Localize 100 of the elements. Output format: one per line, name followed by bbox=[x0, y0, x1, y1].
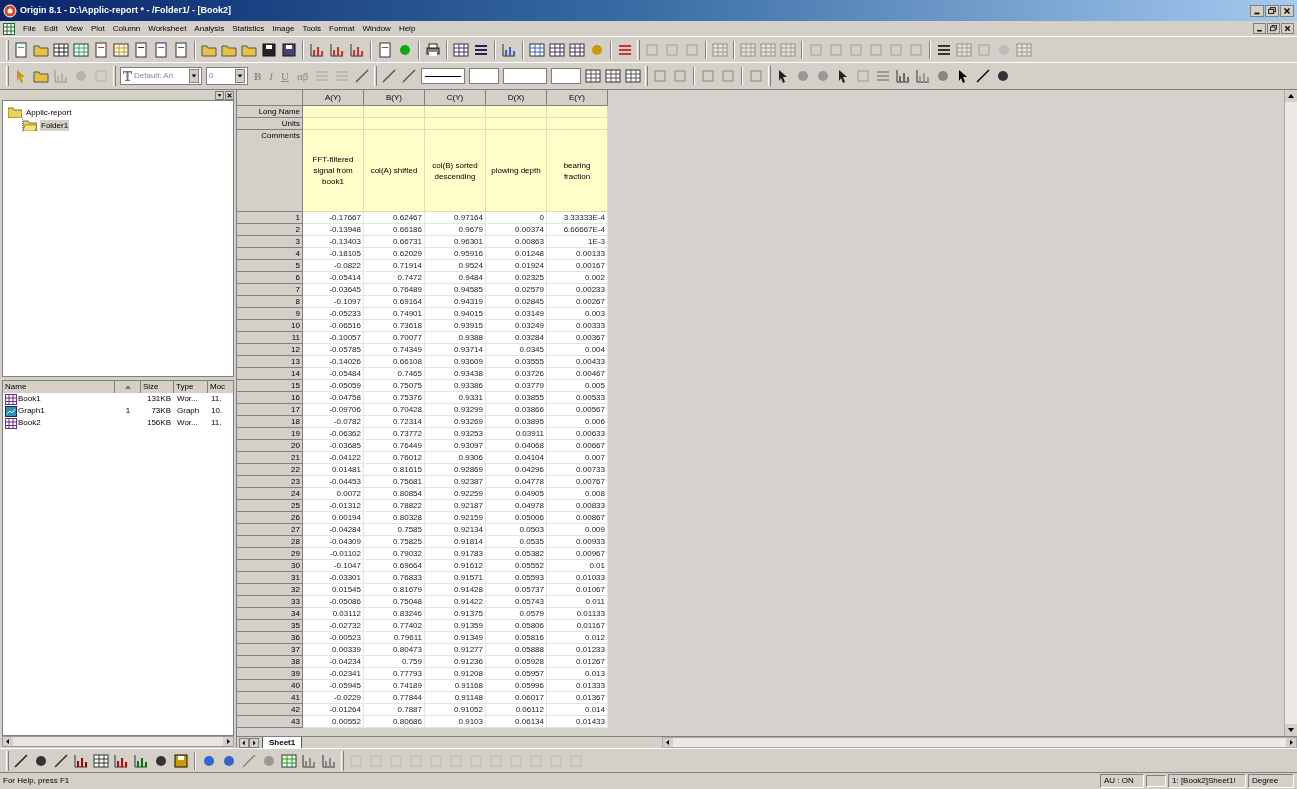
document-icon[interactable] bbox=[93, 41, 109, 58]
row-number[interactable]: 3 bbox=[237, 236, 303, 248]
row-number[interactable]: 32 bbox=[237, 584, 303, 596]
restore-icon[interactable] bbox=[1267, 23, 1280, 34]
row-number[interactable]: 21 bbox=[237, 452, 303, 464]
close-icon[interactable] bbox=[1280, 4, 1294, 17]
table-icon[interactable] bbox=[53, 41, 69, 58]
row-number[interactable]: 17 bbox=[237, 404, 303, 416]
scroll-right-icon[interactable] bbox=[1286, 738, 1296, 747]
table-icon[interactable] bbox=[625, 68, 642, 84]
dropdown-icon[interactable] bbox=[235, 69, 245, 83]
table-icon[interactable] bbox=[453, 41, 469, 58]
row-number[interactable]: 33 bbox=[237, 596, 303, 608]
row-number[interactable]: 22 bbox=[237, 464, 303, 476]
column-header[interactable]: Type bbox=[174, 381, 208, 393]
table-icon[interactable] bbox=[585, 68, 602, 84]
chart-icon[interactable] bbox=[329, 41, 345, 58]
folder-icon[interactable] bbox=[33, 68, 49, 84]
chart-icon[interactable] bbox=[73, 752, 89, 769]
scroll-left-icon[interactable] bbox=[663, 738, 674, 747]
row-number[interactable]: 18 bbox=[237, 416, 303, 428]
row-number[interactable]: 24 bbox=[237, 488, 303, 500]
table-icon[interactable] bbox=[113, 41, 129, 58]
line-icon[interactable] bbox=[13, 752, 29, 769]
row-number[interactable]: 36 bbox=[237, 632, 303, 644]
row-number[interactable]: 10 bbox=[237, 320, 303, 332]
row-number[interactable]: 29 bbox=[237, 548, 303, 560]
close-icon[interactable] bbox=[225, 90, 234, 100]
border-style-field[interactable] bbox=[503, 68, 548, 84]
font-field[interactable]: Default: Ari bbox=[120, 67, 202, 85]
vertical-scrollbar[interactable] bbox=[1284, 90, 1297, 736]
row-number[interactable]: 30 bbox=[237, 560, 303, 572]
file-name[interactable]: Graph1 bbox=[18, 405, 45, 417]
column-header[interactable]: E(Y) bbox=[547, 90, 608, 106]
menu-item[interactable]: Format bbox=[325, 22, 359, 35]
column-header[interactable]: B(Y) bbox=[364, 90, 425, 106]
row-number[interactable]: 37 bbox=[237, 644, 303, 656]
table-icon[interactable] bbox=[93, 752, 109, 769]
menu-item[interactable]: Help bbox=[394, 22, 420, 35]
row-number[interactable]: 28 bbox=[237, 536, 303, 548]
chart-icon[interactable] bbox=[915, 68, 932, 84]
row-number[interactable]: 19 bbox=[237, 428, 303, 440]
dropdown-icon[interactable] bbox=[189, 69, 199, 83]
row-number[interactable]: 12 bbox=[237, 344, 303, 356]
menu-item[interactable]: Window bbox=[358, 22, 395, 35]
column-header[interactable]: C(Y) bbox=[425, 90, 486, 106]
row-number[interactable]: 16 bbox=[237, 392, 303, 404]
row-number[interactable]: 20 bbox=[237, 440, 303, 452]
row-number[interactable]: 42 bbox=[237, 704, 303, 716]
document-icon[interactable] bbox=[13, 41, 29, 58]
line-style-field[interactable] bbox=[421, 68, 466, 84]
menu-item[interactable]: View bbox=[61, 22, 87, 35]
save-icon[interactable] bbox=[261, 41, 277, 58]
chart-icon[interactable] bbox=[895, 68, 912, 84]
menu-item[interactable]: Statistics bbox=[228, 22, 269, 35]
document-icon[interactable] bbox=[173, 41, 189, 58]
menu-item[interactable]: Column bbox=[108, 22, 145, 35]
column-header[interactable]: D(X) bbox=[486, 90, 547, 106]
border-width-field[interactable] bbox=[551, 68, 582, 84]
close-icon[interactable] bbox=[1281, 23, 1294, 34]
chart-icon[interactable] bbox=[501, 41, 517, 58]
minimize-icon[interactable] bbox=[1250, 4, 1264, 17]
row-number[interactable]: 26 bbox=[237, 512, 303, 524]
tree-item[interactable]: Folder1 bbox=[40, 120, 70, 131]
collapse-icon[interactable] bbox=[215, 90, 224, 100]
horizontal-scrollbar[interactable] bbox=[662, 737, 1297, 748]
save-icon[interactable] bbox=[281, 41, 297, 58]
row-number[interactable]: 5 bbox=[237, 260, 303, 272]
column-header[interactable]: A(Y) bbox=[303, 90, 364, 106]
row-number[interactable]: 9 bbox=[237, 308, 303, 320]
row-number[interactable]: 13 bbox=[237, 356, 303, 368]
column-header[interactable]: Name bbox=[3, 381, 115, 393]
menu-item[interactable]: Edit bbox=[39, 22, 62, 35]
row-number[interactable]: 2 bbox=[237, 224, 303, 236]
sort-arrow-icon[interactable] bbox=[124, 385, 131, 389]
table-icon[interactable] bbox=[605, 68, 622, 84]
printer-icon[interactable] bbox=[425, 41, 441, 58]
row-number[interactable]: 41 bbox=[237, 692, 303, 704]
row-number[interactable]: 27 bbox=[237, 524, 303, 536]
row-number[interactable]: 40 bbox=[237, 680, 303, 692]
row-number[interactable]: 43 bbox=[237, 716, 303, 728]
table-icon[interactable] bbox=[73, 41, 89, 58]
column-header[interactable]: Moc bbox=[208, 381, 233, 393]
menu-item[interactable]: Worksheet bbox=[144, 22, 191, 35]
document-icon[interactable] bbox=[377, 41, 393, 58]
restore-icon[interactable] bbox=[1265, 4, 1279, 17]
row-number[interactable]: 39 bbox=[237, 668, 303, 680]
chart-icon[interactable] bbox=[113, 752, 129, 769]
scroll-down-icon[interactable] bbox=[1285, 724, 1297, 736]
save-icon[interactable] bbox=[173, 752, 189, 769]
row-number[interactable]: 23 bbox=[237, 476, 303, 488]
scroll-left-icon[interactable] bbox=[3, 737, 13, 746]
row-number[interactable]: 38 bbox=[237, 656, 303, 668]
file-name[interactable]: Book2 bbox=[18, 417, 41, 429]
table-icon[interactable] bbox=[281, 752, 297, 769]
chart-icon[interactable] bbox=[301, 752, 317, 769]
size-field[interactable]: 0 bbox=[206, 67, 248, 85]
column-header[interactable]: Size bbox=[141, 381, 174, 393]
scroll-up-icon[interactable] bbox=[1285, 90, 1297, 102]
row-number[interactable]: 7 bbox=[237, 284, 303, 296]
